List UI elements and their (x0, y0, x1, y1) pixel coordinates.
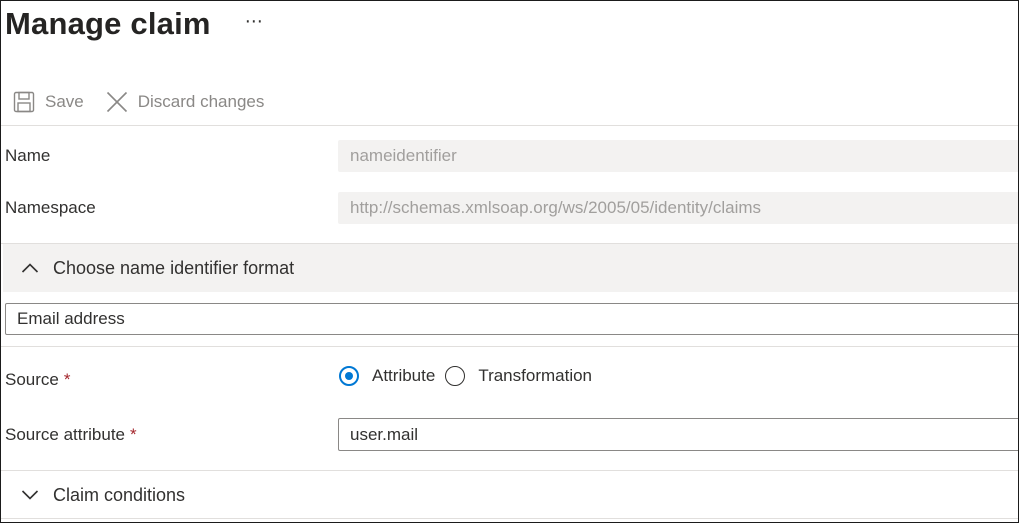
required-indicator: * (130, 425, 137, 444)
radio-label: Attribute (372, 366, 436, 385)
section-header-label: Choose name identifier format (53, 257, 295, 278)
required-indicator: * (63, 370, 71, 389)
chevron-down-icon (21, 490, 39, 500)
name-identifier-format-section-header[interactable]: Choose name identifier format (3, 244, 1018, 292)
source-option-transformation[interactable]: Transformation (445, 366, 592, 386)
source-radio-group: Attribute Transformation (339, 363, 602, 389)
close-icon (106, 91, 127, 113)
save-button-label: Save (45, 92, 84, 111)
namespace-field: http://schemas.xmlsoap.org/ws/2005/05/id… (338, 192, 1018, 224)
radio-label: Transformation (478, 366, 592, 385)
save-icon (13, 91, 35, 113)
conditions-divider (1, 470, 1018, 471)
source-attribute-input[interactable]: user.mail (338, 418, 1018, 451)
chevron-up-icon (21, 263, 39, 273)
source-label: Source * (5, 370, 71, 390)
discard-changes-button[interactable]: Discard changes (106, 91, 265, 113)
toolbar-divider (1, 125, 1018, 126)
source-option-attribute[interactable]: Attribute (339, 366, 435, 386)
radio-selected[interactable] (339, 366, 359, 386)
page-title: Manage claim (5, 6, 211, 41)
command-bar: Save Discard changes (13, 87, 286, 117)
source-label-text: Source (5, 370, 59, 389)
bottom-divider (1, 518, 1018, 519)
manage-claim-panel: Manage claim ⋯ Save Discard changes Name… (0, 0, 1019, 523)
namespace-label: Namespace (5, 198, 96, 217)
radio-unselected[interactable] (445, 366, 466, 386)
save-button[interactable]: Save (13, 91, 84, 113)
name-label: Name (5, 146, 51, 165)
name-field: nameidentifier (338, 140, 1018, 172)
source-attribute-label: Source attribute * (5, 425, 137, 445)
more-options-button[interactable]: ⋯ (245, 11, 264, 32)
title-row: Manage claim ⋯ (5, 1, 264, 47)
claim-conditions-label: Claim conditions (53, 484, 186, 505)
claim-conditions-section-header[interactable]: Claim conditions (3, 473, 1018, 517)
source-attribute-label-text: Source attribute (5, 425, 126, 444)
discard-changes-label: Discard changes (137, 92, 265, 111)
name-identifier-format-dropdown[interactable]: Email address (5, 303, 1018, 335)
format-divider (1, 346, 1018, 347)
